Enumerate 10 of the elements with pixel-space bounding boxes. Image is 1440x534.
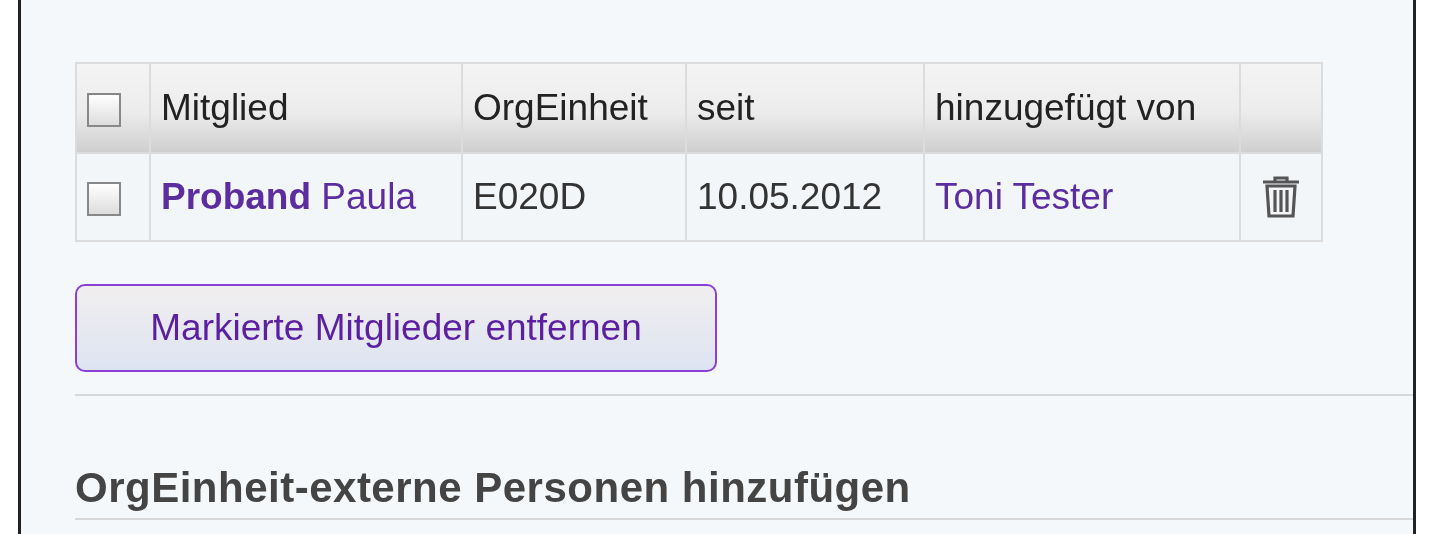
table-cell: E020D (473, 176, 587, 217)
table-cell: 10.05.2012 (697, 176, 883, 217)
section-heading: OrgEinheit-externe Personen hinzufügen (75, 464, 1413, 520)
column-header: Mitglied (161, 87, 289, 128)
remove-button[interactable]: Markierte Mitglieder entfernen (75, 284, 717, 372)
column-header: hinzugefügt von (935, 87, 1197, 128)
checkbox[interactable] (87, 182, 121, 217)
column-header: OrgEinheit (473, 87, 648, 128)
column-header: seit (697, 87, 755, 128)
checkbox[interactable] (87, 93, 121, 128)
